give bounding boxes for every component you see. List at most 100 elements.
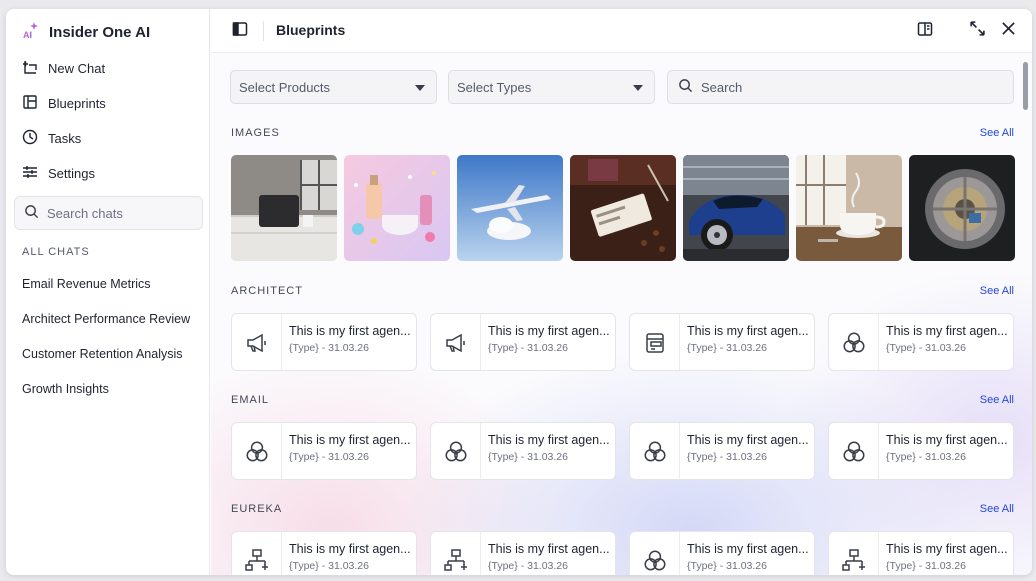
card-title: This is my first agen... xyxy=(886,433,1008,447)
sidebar-item-tasks[interactable]: Tasks xyxy=(22,127,81,149)
select-products-label: Select Products xyxy=(239,79,331,95)
card-title: This is my first agen... xyxy=(289,324,411,338)
card-subtitle: {Type} - 31.03.26 xyxy=(886,342,966,354)
email-blueprint-card[interactable]: This is my first agen... {Type} - 31.03.2… xyxy=(828,422,1014,480)
see-all-images-link[interactable]: See All xyxy=(980,127,1014,139)
chat-item[interactable]: Email Revenue Metrics xyxy=(22,277,151,291)
cosmetics-confetti-image xyxy=(344,155,450,261)
search-icon xyxy=(678,78,693,96)
close-button[interactable] xyxy=(998,21,1018,41)
image-thumbnail-car[interactable] xyxy=(683,155,789,261)
card-subtitle: {Type} - 31.03.26 xyxy=(488,560,568,572)
image-thumbnail-vault[interactable] xyxy=(909,155,1015,261)
card-subtitle: {Type} - 31.03.26 xyxy=(289,560,369,572)
chat-item[interactable]: Customer Retention Analysis xyxy=(22,347,183,361)
architect-blueprint-card[interactable]: This is my first agen... {Type} - 31.03.2… xyxy=(430,313,616,371)
image-thumbnail-airplane[interactable] xyxy=(457,155,563,261)
image-thumbnail-tickets[interactable] xyxy=(570,155,676,261)
eureka-blueprint-card[interactable]: This is my first agen... {Type} - 31.03.2… xyxy=(231,531,417,575)
flow-icon xyxy=(232,532,282,575)
tickets-on-table-image xyxy=(570,155,676,261)
new-chat-button[interactable]: New Chat xyxy=(22,57,105,79)
page-title: Blueprints xyxy=(276,22,346,38)
select-types-dropdown[interactable]: Select Types xyxy=(448,70,655,104)
circles-icon xyxy=(630,423,680,479)
split-view-icon xyxy=(917,21,933,42)
card-subtitle: {Type} - 31.03.26 xyxy=(886,560,966,572)
image-thumbnail-speaker[interactable] xyxy=(231,155,337,261)
search-placeholder: Search xyxy=(701,79,743,95)
card-title: This is my first agen... xyxy=(687,324,809,338)
expand-button[interactable] xyxy=(967,21,987,41)
card-title: This is my first agen... xyxy=(289,542,411,556)
card-title: This is my first agen... xyxy=(488,324,610,338)
megaphone-icon xyxy=(232,314,282,370)
tasks-label: Tasks xyxy=(48,130,82,146)
blueprint-search-input[interactable]: Search xyxy=(667,70,1014,104)
circles-icon xyxy=(829,314,879,370)
image-thumbnail-coffee[interactable] xyxy=(796,155,902,261)
sidebar: AI Insider One AI New Chat Blueprints Ta… xyxy=(6,9,210,575)
eureka-blueprint-card[interactable]: This is my first agen... {Type} - 31.03.2… xyxy=(430,531,616,575)
section-title-email: EMAIL xyxy=(231,394,270,406)
select-products-dropdown[interactable]: Select Products xyxy=(230,70,437,104)
see-all-architect-link[interactable]: See All xyxy=(980,285,1014,297)
circles-icon xyxy=(232,423,282,479)
brand-name: Insider One AI xyxy=(49,23,151,41)
architect-blueprint-card[interactable]: This is my first agen... {Type} - 31.03.2… xyxy=(629,313,815,371)
card-subtitle: {Type} - 31.03.26 xyxy=(687,342,767,354)
circles-icon xyxy=(829,423,879,479)
email-blueprint-card[interactable]: This is my first agen... {Type} - 31.03.2… xyxy=(231,422,417,480)
card-title: This is my first agen... xyxy=(886,542,1008,556)
eureka-blueprint-card[interactable]: This is my first agen... {Type} - 31.03.2… xyxy=(629,531,815,575)
megaphone-icon xyxy=(431,314,481,370)
card-subtitle: {Type} - 31.03.26 xyxy=(687,560,767,572)
sidebar-toggle-icon xyxy=(232,21,248,42)
circles-icon xyxy=(431,423,481,479)
section-title-images: IMAGES xyxy=(231,127,280,139)
see-all-email-link[interactable]: See All xyxy=(980,394,1014,406)
card-subtitle: {Type} - 31.03.26 xyxy=(488,342,568,354)
card-subtitle: {Type} - 31.03.26 xyxy=(886,451,966,463)
search-chats-input[interactable]: Search chats xyxy=(14,196,203,230)
chevron-down-icon xyxy=(415,85,425,91)
see-all-eureka-link[interactable]: See All xyxy=(980,503,1014,515)
eureka-blueprint-card[interactable]: This is my first agen... {Type} - 31.03.2… xyxy=(828,531,1014,575)
circles-icon xyxy=(630,532,680,575)
topbar: Blueprints xyxy=(211,9,1032,53)
email-blueprint-card[interactable]: This is my first agen... {Type} - 31.03.2… xyxy=(430,422,616,480)
flow-icon xyxy=(829,532,879,575)
scrollbar-thumb[interactable] xyxy=(1023,62,1028,110)
card-subtitle: {Type} - 31.03.26 xyxy=(289,342,369,354)
card-title: This is my first agen... xyxy=(687,542,809,556)
toggle-sidebar-button[interactable] xyxy=(230,21,250,41)
card-title: This is my first agen... xyxy=(289,433,411,447)
flow-icon xyxy=(431,532,481,575)
chat-item[interactable]: Architect Performance Review xyxy=(22,312,190,326)
blueprints-icon xyxy=(22,94,38,113)
blue-sports-car-image xyxy=(683,155,789,261)
card-title: This is my first agen... xyxy=(488,433,610,447)
sidebar-item-settings[interactable]: Settings xyxy=(22,162,95,184)
airplane-in-sky-image xyxy=(457,155,563,261)
topbar-divider xyxy=(263,21,264,41)
section-title-architect: ARCHITECT xyxy=(231,285,303,297)
email-blueprint-card[interactable]: This is my first agen... {Type} - 31.03.2… xyxy=(629,422,815,480)
card-subtitle: {Type} - 31.03.26 xyxy=(488,451,568,463)
main-panel: Blueprints Select Products Select Types … xyxy=(211,9,1032,575)
sliders-icon xyxy=(22,164,38,183)
architect-blueprint-card[interactable]: This is my first agen... {Type} - 31.03.2… xyxy=(231,313,417,371)
architect-blueprint-card[interactable]: This is my first agen... {Type} - 31.03.2… xyxy=(828,313,1014,371)
select-types-label: Select Types xyxy=(457,79,532,95)
expand-icon xyxy=(969,20,986,42)
card-title: This is my first agen... xyxy=(488,542,610,556)
ai-sparkle-icon: AI xyxy=(22,21,40,44)
split-view-button[interactable] xyxy=(915,21,935,41)
all-chats-label: ALL CHATS xyxy=(22,246,90,258)
form-icon xyxy=(630,314,680,370)
chat-item[interactable]: Growth Insights xyxy=(22,382,109,396)
close-icon xyxy=(1001,21,1016,41)
settings-label: Settings xyxy=(48,165,95,181)
image-thumbnail-cosmetics[interactable] xyxy=(344,155,450,261)
sidebar-item-blueprints[interactable]: Blueprints xyxy=(22,92,106,114)
